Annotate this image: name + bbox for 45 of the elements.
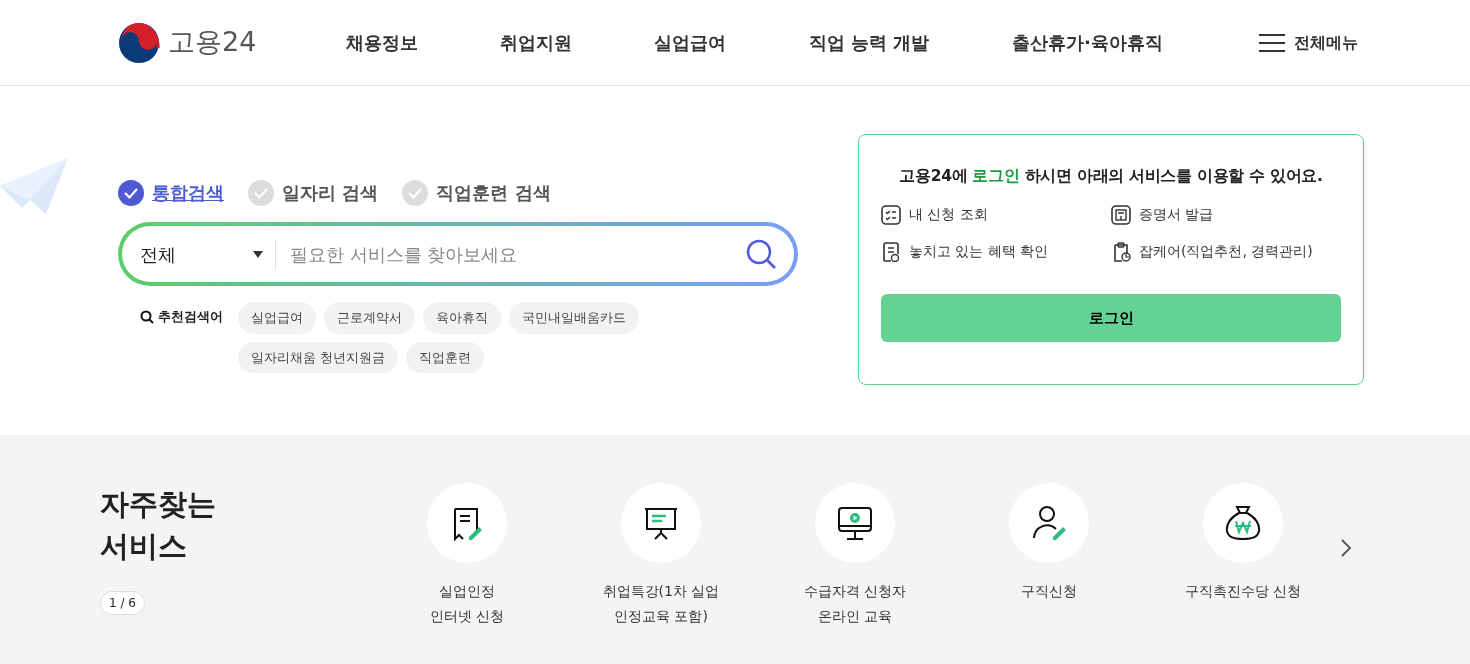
keyword-chip[interactable]: 육아휴직 [423, 302, 501, 334]
keyword-chip[interactable]: 근로계약서 [324, 302, 415, 334]
check-icon [402, 179, 429, 206]
site-logo[interactable]: 고용24 [118, 21, 257, 64]
service-label: 내 신청 조회 [909, 205, 988, 225]
search-tab[interactable]: 일자리 검색 [248, 179, 379, 206]
chevron-right-icon [1340, 537, 1352, 558]
nav-link[interactable]: 채용정보 [345, 29, 418, 56]
search-field[interactable]: 전체 필요한 서비스를 찾아보세요 [118, 222, 798, 286]
service-shortcut[interactable]: 구직촉진수당 신청 [1146, 483, 1340, 664]
login-prompt: 고용24에 로그인 하시면 아래의 서비스를 이용할 수 있어요. [898, 166, 1324, 187]
emblem-icon [118, 21, 160, 64]
paper-plane-icon [0, 156, 70, 216]
search-tab[interactable]: 직업훈련 검색 [402, 179, 551, 206]
checklist-icon [881, 204, 901, 225]
clipboard-icon [1111, 241, 1131, 262]
login-button[interactable]: 로그인 [881, 294, 1341, 343]
section-title: 자주찾는 서비스 [100, 486, 217, 566]
nav-link[interactable]: 취업지원 [500, 29, 572, 56]
service-shortcut[interactable]: 실업인정 인터넷 신청 [370, 483, 564, 664]
service-shortcut[interactable]: 수급자격 신청자 온라인 교육 [758, 483, 952, 664]
caret-icon [253, 250, 263, 258]
service-shortcut[interactable]: 취업특강(1차 실업 인정교육 포함) [564, 483, 758, 664]
service-label: 놓치고 있는 혜택 확인 [909, 242, 1049, 262]
service-label: 잡케어(직업추천, 경력관리) [1139, 242, 1313, 262]
keyword-chip[interactable]: 직업훈련 [406, 341, 485, 373]
nav-link[interactable]: 실업급여 [654, 29, 727, 56]
certificate-icon [1111, 204, 1131, 225]
document-icon [881, 241, 901, 262]
check-icon [118, 179, 144, 206]
search-icon [140, 310, 154, 324]
nav-link[interactable]: 직업 능력 개발 [808, 29, 930, 56]
all-menu-button[interactable]: 전체메뉴 [1252, 29, 1364, 56]
nav-link[interactable]: 출산휴가·육아휴직 [1011, 29, 1163, 56]
recommended-label: 추천검색어 [158, 308, 223, 327]
page-indicator: 1 / 6 [100, 591, 145, 616]
keyword-chip[interactable]: 일자리채움 청년지원금 [238, 341, 399, 373]
search-icon [746, 239, 776, 269]
keyword-chip[interactable]: 실업급여 [238, 302, 316, 334]
service-label: 증명서 발급 [1139, 205, 1214, 225]
menu-icon [1258, 32, 1286, 53]
keyword-chip[interactable]: 국민내일배움카드 [509, 302, 639, 334]
search-button[interactable] [746, 239, 776, 269]
service-shortcut[interactable]: 구직신청 [952, 483, 1146, 664]
check-icon [248, 179, 274, 206]
